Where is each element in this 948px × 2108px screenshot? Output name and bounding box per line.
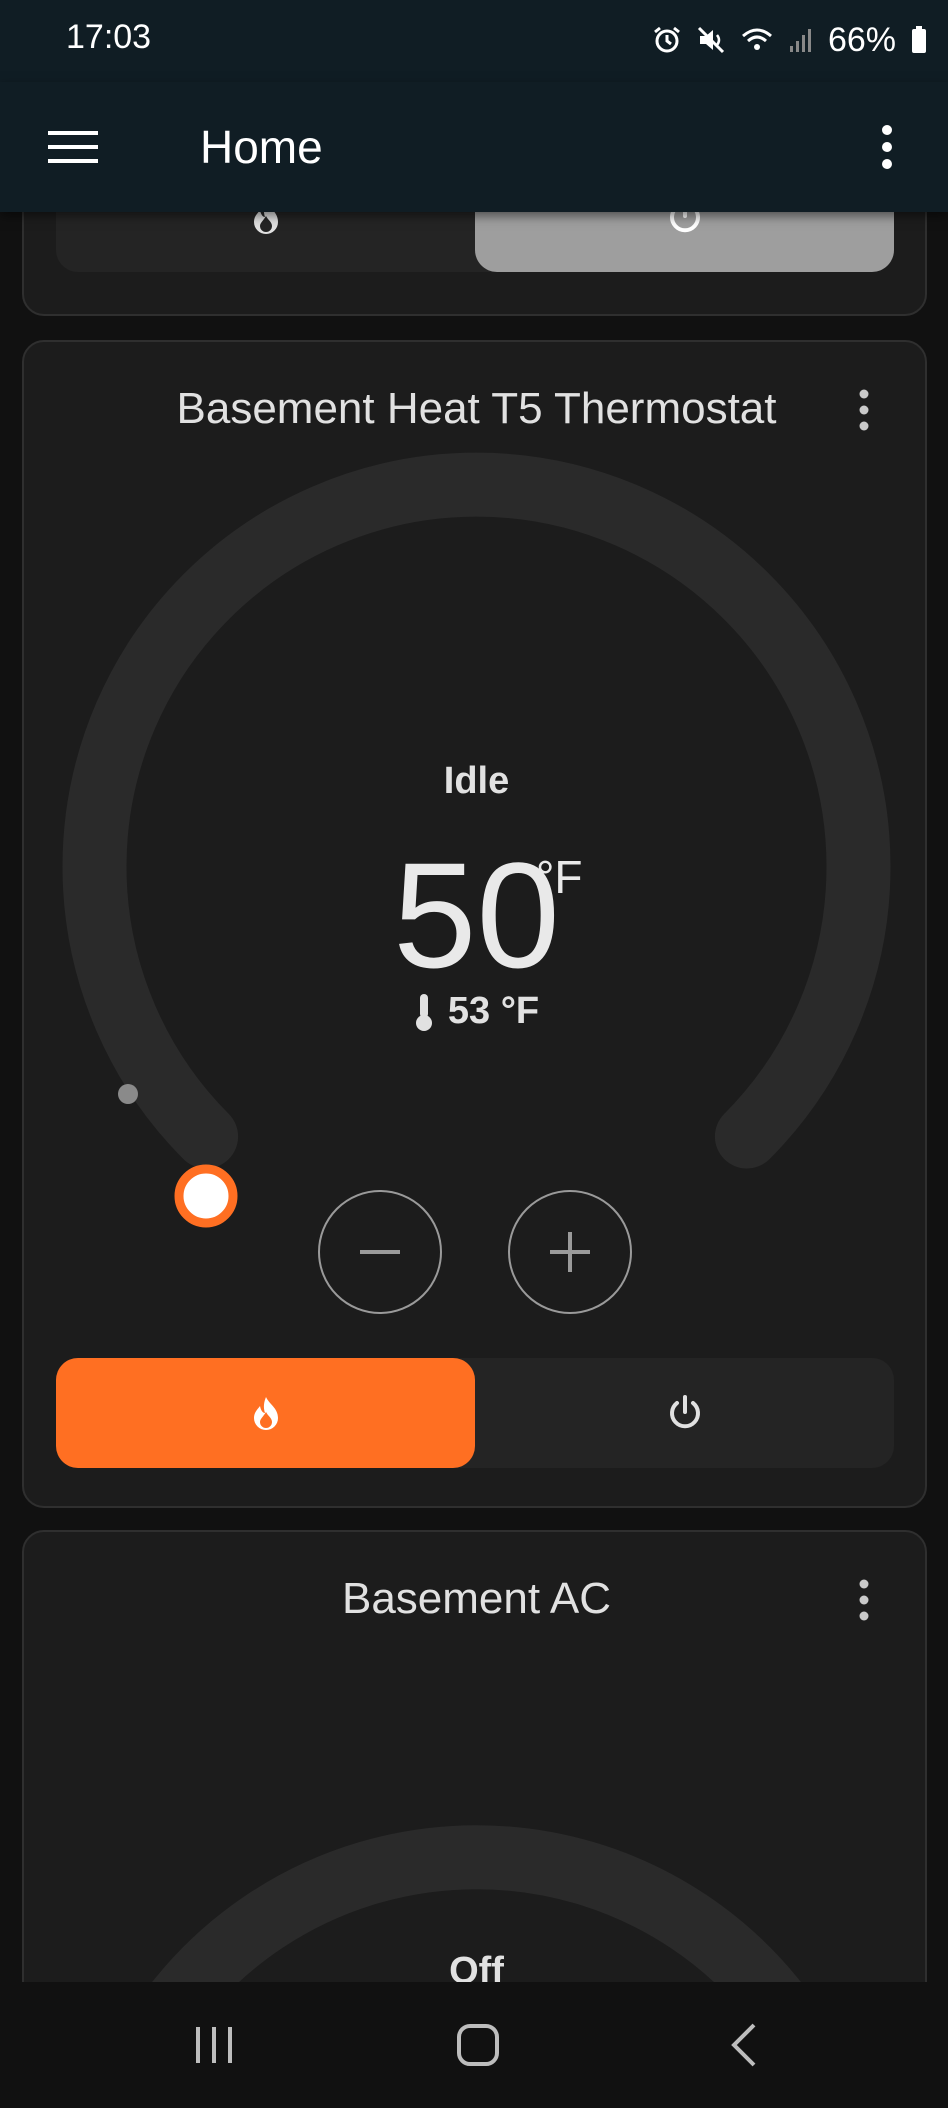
thermostat-card-basement-heat: Basement Heat T5 Thermostat Idle 50 °F 5… <box>22 340 927 1508</box>
power-icon <box>669 212 700 233</box>
hvac-action-label: Idle <box>443 760 510 802</box>
dial-track <box>62 452 891 1169</box>
mode-off-button[interactable] <box>475 1358 894 1468</box>
home-button[interactable] <box>438 2010 518 2080</box>
flame-icon <box>253 1397 278 1430</box>
app-bar: Home <box>0 82 948 212</box>
target-temperature: 50 °F <box>24 840 929 990</box>
target-temperature-handle <box>174 1164 238 1228</box>
flame-icon <box>253 212 278 234</box>
battery-icon <box>912 26 926 53</box>
alarm-icon <box>654 26 680 53</box>
target-temperature-unit: °F <box>536 851 583 903</box>
wifi-icon <box>741 28 772 50</box>
temperature-dial[interactable] <box>24 1532 929 1982</box>
back-button[interactable] <box>704 2010 784 2080</box>
status-time: 17:03 <box>66 18 152 56</box>
decrease-temperature-button[interactable] <box>318 1190 442 1314</box>
thermostat-card-previous <box>22 212 927 316</box>
thermometer-icon <box>415 993 432 1031</box>
mode-off-button[interactable] <box>475 212 894 272</box>
back-icon <box>731 2023 756 2067</box>
thermostat-card-basement-ac: Basement AC Off <box>22 1530 927 1982</box>
home-icon <box>457 2024 499 2066</box>
mode-heat-button[interactable] <box>56 1358 475 1468</box>
hvac-mode-bar <box>56 212 894 272</box>
minus-icon <box>360 1250 400 1254</box>
mode-heat-button[interactable] <box>56 212 475 272</box>
overflow-menu-button[interactable] <box>864 118 910 176</box>
status-bar: 17:03 66% <box>0 0 948 82</box>
dashboard-content[interactable]: Basement Heat T5 Thermostat Idle 50 °F 5… <box>0 212 948 1982</box>
power-icon <box>669 1395 700 1429</box>
plus-icon <box>550 1232 590 1272</box>
status-icons: 66% <box>652 18 928 62</box>
signal-icon <box>789 29 811 52</box>
target-temperature-value: 50 <box>393 831 560 999</box>
more-vertical-icon <box>882 125 892 169</box>
current-temperature-value: 53 °F <box>447 990 540 1032</box>
system-navigation-bar <box>0 1982 948 2108</box>
hvac-mode-bar <box>56 1358 894 1468</box>
hvac-action-label: Off <box>449 1950 504 1982</box>
increase-temperature-button[interactable] <box>508 1190 632 1314</box>
recents-button[interactable] <box>174 2010 254 2080</box>
current-temperature: 53 °F <box>24 990 929 1033</box>
battery-percent: 66% <box>827 20 896 59</box>
menu-button[interactable] <box>40 118 106 176</box>
current-temperature-marker <box>118 1084 138 1104</box>
recents-icon <box>196 2027 232 2063</box>
hamburger-menu-icon <box>48 131 98 163</box>
page-title: Home <box>200 121 323 173</box>
mute-icon <box>697 26 724 54</box>
